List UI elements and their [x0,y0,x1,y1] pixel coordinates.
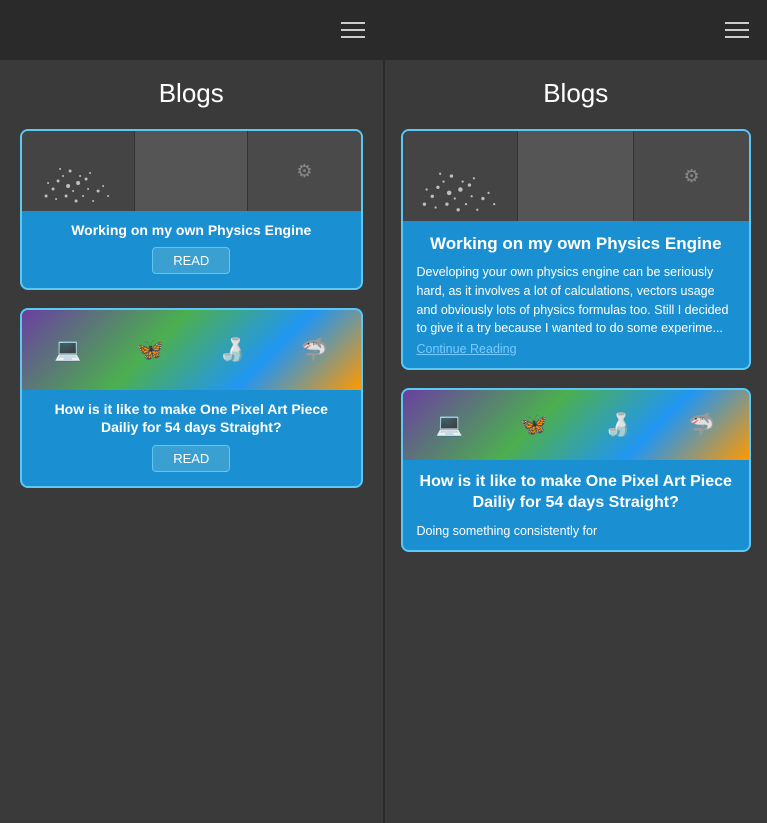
physics-panel-right: ⚙ [248,131,360,211]
pixel-art-expanded-description: Doing something consistently for [403,522,750,551]
laptop-icon: 💻 [54,337,81,363]
gear-icon: ⚙ [296,161,312,182]
right-menu-button[interactable] [725,22,749,38]
pixel-art-expanded-card: 💻 🦋 🍶 🦈 How is it like to make One Pixel… [401,388,752,552]
physics-card-title: Working on my own Physics Engine [22,211,361,247]
right-panel-title: Blogs [401,60,752,129]
butterfly-icon: 🦋 [136,337,163,363]
right-panel: Blogs [383,0,767,823]
gear-icon-right: ⚙ [684,166,700,187]
left-menu-button[interactable] [341,22,365,38]
pixel-art-read-button[interactable]: READ [152,445,230,472]
physics-expanded-title: Working on my own Physics Engine [403,221,750,263]
physics-expanded-description: Developing your own physics engine can b… [403,263,750,342]
physics-continue-reading[interactable]: Continue Reading [403,342,750,368]
shark-icon-right: 🦈 [688,412,715,438]
left-panel-title: Blogs [20,60,363,129]
butterfly-icon-right: 🦋 [520,412,547,438]
left-panel-content: Blogs [0,60,383,823]
laptop-icon-right: 💻 [436,412,463,438]
right-header [385,0,767,60]
physics-expanded-card: ⚙ Working on my own Physics Engine Devel… [401,129,752,370]
pixel-art-card-image: 💻 🦋 🍶 🦈 [22,310,361,390]
pixel-art-card: 💻 🦋 🍶 🦈 How is it like to make One Pixel… [20,308,363,487]
pixel-art-card-title: How is it like to make One Pixel Art Pie… [22,390,361,444]
left-panel: Blogs [0,0,383,823]
pixel-art-expanded-image: 💻 🦋 🍶 🦈 [403,390,750,460]
left-header [0,0,383,60]
right-panel-content: Blogs [385,60,767,823]
physics-panel-mid [134,131,248,211]
physics-expanded-panel-left [403,131,518,221]
shark-icon: 🦈 [301,337,328,363]
pot-icon-right: 🍶 [604,412,631,438]
physics-card-image: ⚙ [22,131,361,211]
physics-expanded-image: ⚙ [403,131,750,221]
physics-expanded-panel-right: ⚙ [634,131,749,221]
pixel-art-expanded-title: How is it like to make One Pixel Art Pie… [403,460,750,522]
physics-card: ⚙ Working on my own Physics Engine READ [20,129,363,290]
pixel-art-image-bg: 💻 🦋 🍶 🦈 [22,310,361,390]
physics-read-button[interactable]: READ [152,247,230,274]
physics-panel-left [22,131,134,211]
physics-expanded-panel-mid [517,131,634,221]
pot-icon: 🍶 [219,337,246,363]
